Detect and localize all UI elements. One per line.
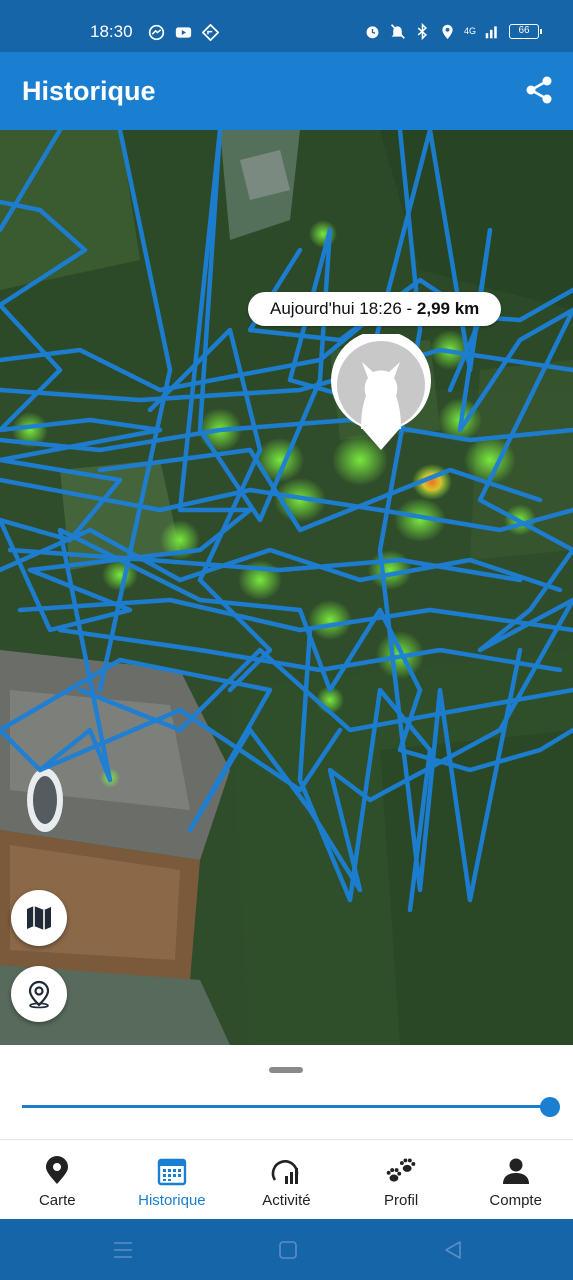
map-icon: [27, 906, 51, 930]
battery-indicator: 66: [509, 24, 542, 39]
nav-label: Activité: [262, 1192, 311, 1209]
bluetooth-icon: [417, 23, 427, 40]
cat-avatar-icon[interactable]: [330, 334, 432, 452]
position-tooltip: Aujourd'hui 18:26 - 2,99 km: [248, 292, 502, 326]
home-icon[interactable]: [277, 1239, 299, 1261]
messenger-icon: [148, 24, 165, 41]
status-time: 18:30: [90, 22, 133, 41]
page-title: Historique: [22, 76, 156, 106]
nav-item-carte[interactable]: Carte: [0, 1140, 115, 1219]
nav-label: Historique: [138, 1192, 206, 1209]
navigation-icon: [202, 24, 219, 41]
status-system-icons: 4G 66: [364, 23, 542, 40]
nav-item-historique[interactable]: Historique: [115, 1140, 230, 1219]
timeline-slider-track[interactable]: [22, 1105, 550, 1108]
menu-icon[interactable]: [112, 1239, 134, 1261]
timeline-slider-thumb[interactable]: [540, 1097, 560, 1117]
satellite-map: [0, 130, 573, 1045]
calendar-icon: [157, 1158, 187, 1186]
system-navigation-bar: [0, 1219, 573, 1280]
sheet-drag-handle[interactable]: [269, 1067, 303, 1073]
alarm-icon: [366, 26, 379, 39]
tooltip-distance: 2,99 km: [416, 299, 480, 318]
history-map[interactable]: Aujourd'hui 18:26 - 2,99 km: [0, 130, 573, 1045]
bottom-navigation: Carte Historique Activité Profil Compte: [0, 1139, 573, 1219]
map-layers-button[interactable]: [11, 890, 67, 946]
paws-icon: [386, 1158, 416, 1182]
app-bar: Historique: [0, 52, 573, 130]
timeline-sheet: [0, 1045, 573, 1139]
person-icon: [502, 1158, 529, 1184]
status-bar: 18:30 4G 66: [0, 0, 573, 52]
mute-icon: [390, 24, 405, 39]
network-type: 4G: [463, 26, 476, 36]
nav-item-activite[interactable]: Activité: [229, 1140, 344, 1219]
nav-label: Compte: [489, 1192, 542, 1209]
nav-item-compte[interactable]: Compte: [458, 1140, 573, 1219]
activity-gauge-icon: [272, 1160, 299, 1184]
tooltip-date: Aujourd'hui 18:26 -: [270, 299, 417, 318]
youtube-icon: [175, 27, 192, 38]
center-location-button[interactable]: [11, 966, 67, 1022]
location-icon: [442, 24, 453, 40]
nav-label: Carte: [38, 1192, 76, 1209]
signal-icon: [485, 26, 497, 39]
map-pin-icon: [46, 1156, 69, 1184]
back-icon[interactable]: [442, 1239, 464, 1261]
nav-label: Profil: [383, 1192, 419, 1209]
share-icon[interactable]: [523, 74, 555, 106]
status-notification-icons: [148, 24, 219, 41]
location-pin-icon: [28, 980, 50, 1009]
nav-item-profil[interactable]: Profil: [344, 1140, 459, 1219]
